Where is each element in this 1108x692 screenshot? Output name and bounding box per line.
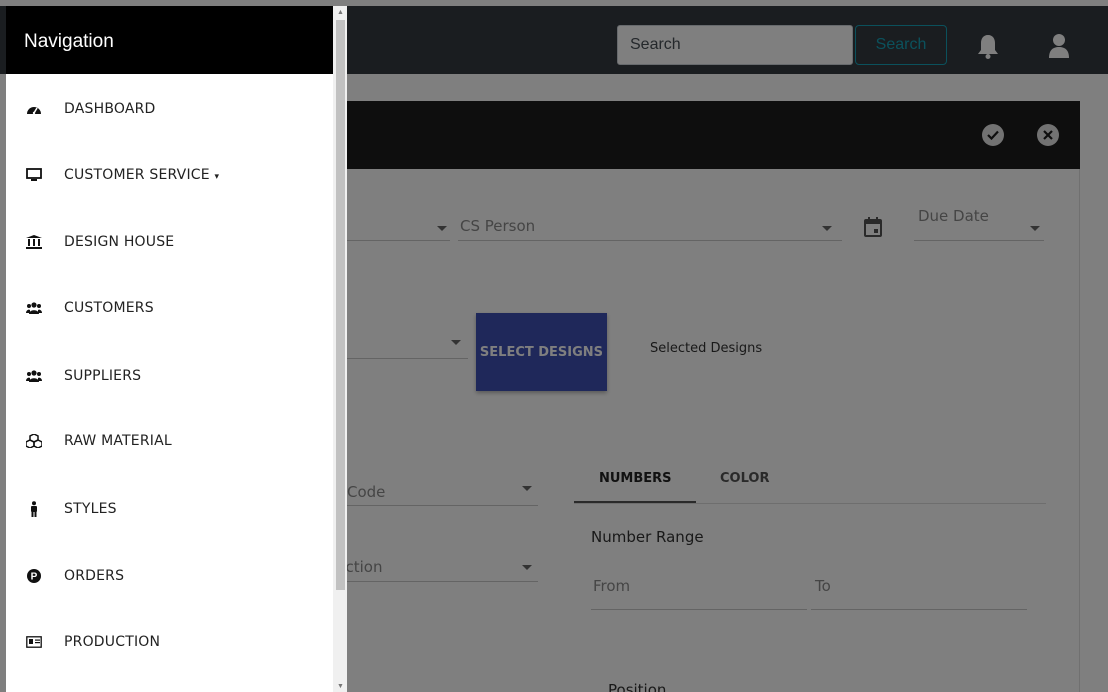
scroll-up-icon[interactable]: ▲ [336, 8, 345, 17]
cubes-icon [26, 433, 42, 449]
id-card-icon [26, 634, 42, 650]
sidebar-item-label: RAW MATERIAL [64, 433, 172, 449]
sidebar-item-label: DESIGN HOUSE [64, 234, 175, 250]
desktop-icon [26, 167, 42, 183]
sidebar-item-label: CUSTOMER SERVICE ▾ [64, 167, 220, 183]
university-icon [26, 234, 42, 250]
scroll-down-icon[interactable]: ▼ [336, 682, 345, 691]
users-icon [26, 368, 42, 384]
caret-down-icon: ▾ [214, 172, 220, 182]
sidebar-item-label: STYLES [64, 501, 117, 517]
sidebar-item-styles[interactable]: STYLES [6, 489, 333, 529]
users-icon [26, 300, 42, 316]
svg-text:P: P [31, 572, 38, 583]
sidebar-item-customer-service[interactable]: CUSTOMER SERVICE ▾ [6, 155, 333, 195]
sidebar-item-production[interactable]: PRODUCTION [6, 622, 333, 662]
sidebar-item-label: SUPPLIERS [64, 368, 142, 384]
navigation-title: Navigation [6, 6, 333, 74]
sidebar-item-label: CUSTOMERS [64, 300, 154, 316]
sidebar-item-design-house[interactable]: DESIGN HOUSE [6, 222, 333, 262]
sidebar-item-label: PRODUCTION [64, 634, 161, 650]
sidebar-item-label: ORDERS [64, 568, 125, 584]
male-icon [26, 501, 42, 517]
sidebar-item-raw-material[interactable]: RAW MATERIAL [6, 421, 333, 461]
sidebar-item-dashboard[interactable]: DASHBOARD [6, 89, 333, 129]
sidebar-item-customers[interactable]: CUSTOMERS [6, 288, 333, 328]
p-circle-icon: P [26, 568, 42, 584]
sidebar-item-suppliers[interactable]: SUPPLIERS [6, 356, 333, 396]
tachometer-icon [26, 101, 42, 117]
sidebar-item-label: DASHBOARD [64, 101, 156, 117]
scrollbar-thumb[interactable] [336, 20, 345, 590]
sidebar-item-orders[interactable]: P ORDERS [6, 556, 333, 596]
